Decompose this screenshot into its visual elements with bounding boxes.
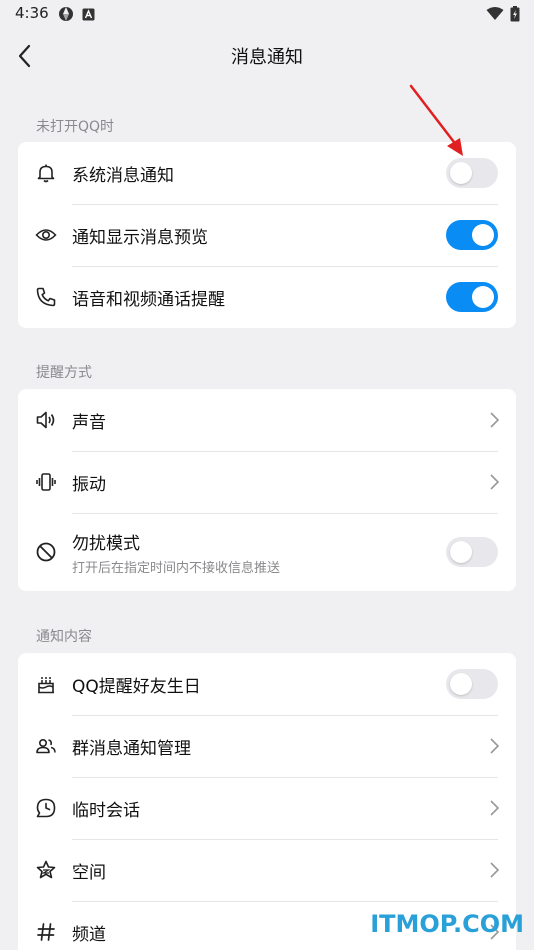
battery-charging-icon bbox=[510, 6, 520, 22]
app-a-icon bbox=[82, 8, 95, 20]
bell-icon bbox=[35, 162, 57, 184]
row-label: 语音和视频通话提醒 bbox=[72, 289, 225, 310]
row-label: 频道 bbox=[72, 924, 106, 945]
row-vibrate[interactable]: 振动 bbox=[18, 451, 516, 513]
phone-icon bbox=[35, 286, 57, 308]
row-label: 通知显示消息预览 bbox=[72, 227, 208, 248]
row-temp-session[interactable]: 临时会话 bbox=[18, 777, 516, 839]
chevron-right-icon bbox=[490, 474, 500, 490]
row-label: 勿扰模式 bbox=[72, 533, 140, 554]
do-not-disturb-icon bbox=[35, 541, 57, 563]
chevron-right-icon bbox=[490, 862, 500, 878]
chevron-right-icon bbox=[490, 738, 500, 754]
chevron-right-icon bbox=[490, 412, 500, 428]
row-label: 群消息通知管理 bbox=[72, 738, 191, 759]
row-qzone[interactable]: 空间 bbox=[18, 839, 516, 901]
annotation-arrow-icon bbox=[409, 84, 463, 156]
birthday-toggle[interactable] bbox=[446, 669, 498, 699]
row-label: 空间 bbox=[72, 862, 106, 883]
row-sound[interactable]: 声音 bbox=[18, 389, 516, 451]
do-not-disturb-toggle[interactable] bbox=[446, 537, 498, 567]
card-alert-mode: 声音 振动 勿扰模式 打开后在指定时间内不接收信息推送 bbox=[18, 389, 516, 591]
card-content: QQ提醒好友生日 群消息通知管理 临时会话 空间 频道 bbox=[18, 653, 516, 950]
row-birthday[interactable]: QQ提醒好友生日 bbox=[18, 653, 516, 715]
speaker-icon bbox=[35, 409, 57, 431]
section-label-content: 通知内容 bbox=[36, 629, 92, 645]
row-label: 振动 bbox=[72, 474, 106, 495]
call-alert-toggle[interactable] bbox=[446, 282, 498, 312]
system-notification-toggle[interactable] bbox=[446, 158, 498, 188]
preview-message-toggle[interactable] bbox=[446, 220, 498, 250]
group-icon bbox=[35, 735, 57, 757]
cake-icon bbox=[35, 673, 57, 695]
row-label: 临时会话 bbox=[72, 800, 140, 821]
page-title: 消息通知 bbox=[231, 47, 303, 68]
row-preview-message[interactable]: 通知显示消息预览 bbox=[18, 204, 516, 266]
row-label: QQ提醒好友生日 bbox=[72, 676, 201, 697]
row-call-alert[interactable]: 语音和视频通话提醒 bbox=[18, 266, 516, 328]
status-bar: 4:36 bbox=[0, 0, 534, 28]
section-label-alert-mode: 提醒方式 bbox=[36, 365, 92, 381]
watermark: ITMOP.COM bbox=[370, 910, 524, 938]
clock-chat-icon bbox=[35, 797, 57, 819]
card-when-closed: 系统消息通知 通知显示消息预览 语音和视频通话提醒 bbox=[18, 142, 516, 328]
aperture-icon bbox=[59, 7, 73, 21]
eye-icon bbox=[35, 224, 57, 246]
vibrate-icon bbox=[35, 471, 57, 493]
title-bar: 消息通知 bbox=[0, 28, 534, 84]
wifi-icon bbox=[486, 7, 504, 20]
row-group-notification[interactable]: 群消息通知管理 bbox=[18, 715, 516, 777]
status-time: 4:36 bbox=[15, 4, 49, 22]
star-icon bbox=[35, 859, 57, 881]
section-label-when-closed: 未打开QQ时 bbox=[36, 119, 115, 135]
row-label: 系统消息通知 bbox=[72, 165, 174, 186]
chevron-right-icon bbox=[490, 800, 500, 816]
row-sublabel: 打开后在指定时间内不接收信息推送 bbox=[72, 560, 281, 576]
row-do-not-disturb[interactable]: 勿扰模式 打开后在指定时间内不接收信息推送 bbox=[18, 513, 516, 591]
hash-icon bbox=[35, 921, 57, 943]
row-label: 声音 bbox=[72, 412, 106, 433]
